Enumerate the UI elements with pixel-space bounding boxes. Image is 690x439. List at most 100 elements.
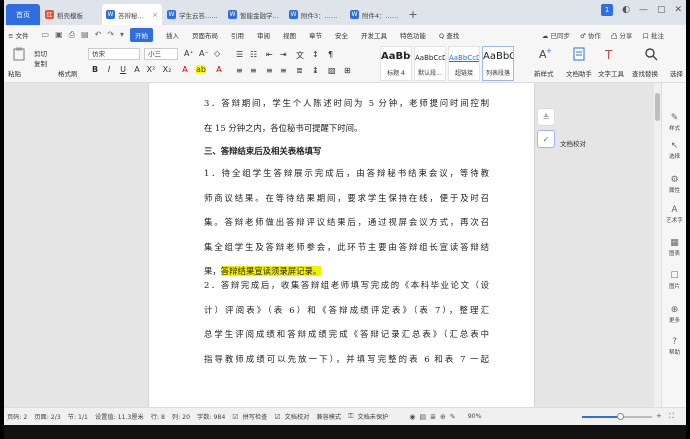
- status-word-count[interactable]: 字数: 984: [197, 412, 225, 421]
- zoom-level[interactable]: 90%: [468, 413, 482, 420]
- sidebar-item-wordart[interactable]: A 艺术字: [662, 205, 686, 224]
- menu-tab-review[interactable]: 审阅: [257, 30, 270, 40]
- layout-option-icon[interactable]: ≙: [537, 108, 555, 126]
- highlight-icon[interactable]: ab: [196, 65, 206, 74]
- status-page-number[interactable]: 页码: 2: [7, 412, 27, 421]
- text-color-icon[interactable]: A: [214, 65, 224, 74]
- skin-icon[interactable]: ◐: [622, 5, 630, 15]
- sync-status[interactable]: ☁ 已同步: [542, 30, 570, 40]
- find-replace-icon[interactable]: [644, 47, 658, 61]
- menu-tab-view[interactable]: 视图: [283, 30, 296, 40]
- subscript-icon[interactable]: X₂: [162, 65, 172, 74]
- proofread-status-icon[interactable]: ☑: [274, 413, 280, 421]
- italic-icon[interactable]: I: [104, 65, 114, 74]
- border-icon[interactable]: ⊞: [344, 66, 351, 75]
- tab-document-active[interactable]: W 答辩秘书...注意事项 ×: [102, 4, 162, 25]
- document-page[interactable]: 3．答辩期间，学生个人陈述时间为 5 分钟，老师提问时间控制 在 15 分钟之内…: [149, 83, 534, 407]
- tab-document[interactable]: W 暂能金融学...@0415: [224, 4, 284, 25]
- menu-tab-references[interactable]: 引用: [231, 30, 244, 40]
- maximize-icon[interactable]: ▢: [657, 5, 666, 15]
- cut-button[interactable]: 剪切: [34, 48, 47, 58]
- sidebar-item-help[interactable]: ? 帮助: [662, 337, 686, 356]
- eye-protect-icon[interactable]: ◉: [409, 413, 415, 421]
- tab-docer-template[interactable]: 红 稻壳模板: [41, 4, 101, 25]
- style-default-paragraph[interactable]: AaBbCcDd 默认段...: [414, 46, 446, 81]
- preview-icon[interactable]: ▤: [81, 30, 89, 39]
- dropdown-icon[interactable]: ▾: [120, 30, 124, 39]
- sidebar-item-select[interactable]: ↖ 选择: [662, 141, 686, 160]
- status-section[interactable]: 节: 1/1: [68, 412, 88, 421]
- menu-tab-features[interactable]: 特色功能: [400, 30, 426, 40]
- share-button[interactable]: 凸 分享: [611, 30, 633, 40]
- line-spacing-icon[interactable]: ↨: [312, 66, 319, 75]
- sidebar-item-image[interactable]: ☐ 图片: [662, 271, 686, 290]
- proofread-label[interactable]: 文档校对: [560, 138, 586, 148]
- font-color-icon[interactable]: A: [132, 65, 142, 74]
- status-pages[interactable]: 页面: 2/3: [34, 412, 60, 421]
- text-effect-icon[interactable]: A: [180, 65, 190, 74]
- paragraph-1[interactable]: 1．待全组学生答辩展示完成后，由答辩秘书结束会议，等待教 师商议结果。在等待结果…: [204, 161, 489, 284]
- text-tool-button[interactable]: 文字工具: [598, 68, 624, 78]
- section-heading[interactable]: 三、答辩结束后及相关表格填写: [204, 145, 321, 157]
- font-size-select[interactable]: 小三: [144, 48, 178, 60]
- menu-tab-security[interactable]: 安全: [335, 30, 348, 40]
- menu-tab-developer[interactable]: 开发工具: [361, 30, 387, 40]
- underline-icon[interactable]: U: [118, 65, 128, 74]
- status-row[interactable]: 行: 8: [151, 412, 165, 421]
- find-replace-button[interactable]: 查找替换: [632, 68, 658, 78]
- doc-helper-button[interactable]: 文档助手: [566, 68, 592, 78]
- sort-icon[interactable]: ↕: [312, 50, 319, 59]
- justify-icon[interactable]: ≡: [280, 66, 287, 75]
- tab-document[interactable]: W 学生云答...注意事项: [163, 4, 223, 25]
- redo-icon[interactable]: ↷: [107, 30, 114, 39]
- style-hyperlink[interactable]: AaBbCcDd 超链接: [448, 46, 480, 81]
- zoom-slider-handle[interactable]: [617, 413, 624, 420]
- status-position[interactable]: 设置值: 11.3厘米: [95, 412, 144, 421]
- font-name-select[interactable]: 仿宋: [88, 48, 140, 60]
- new-style-button[interactable]: 新样式: [534, 68, 554, 78]
- new-style-icon[interactable]: A +: [538, 47, 552, 61]
- scrollbar-thumb[interactable]: [655, 93, 660, 121]
- protect-icon[interactable]: ⚿: [348, 412, 353, 421]
- grow-font-icon[interactable]: A⁺: [184, 49, 194, 58]
- status-spellcheck[interactable]: 拼写检查: [243, 412, 268, 421]
- print-icon[interactable]: ⎙: [69, 30, 75, 40]
- status-column[interactable]: 列: 20: [172, 412, 190, 421]
- menu-tab-start[interactable]: 开始: [130, 27, 154, 42]
- tab-home[interactable]: 首页: [6, 4, 40, 25]
- shading-icon[interactable]: ▨: [328, 66, 336, 75]
- paste-button[interactable]: 粘贴: [8, 68, 21, 78]
- clear-format-icon[interactable]: ◇: [214, 49, 220, 58]
- new-tab-button[interactable]: +: [406, 4, 420, 25]
- select-button[interactable]: 选择: [670, 68, 683, 78]
- numbering-icon[interactable]: ☷: [250, 50, 257, 59]
- tab-document[interactable]: W 附件4：...（给学院）: [346, 4, 406, 25]
- align-right-icon[interactable]: ≡: [266, 66, 273, 75]
- copy-button[interactable]: 复制: [34, 58, 47, 68]
- vertical-scrollbar[interactable]: [654, 83, 661, 407]
- doc-helper-icon[interactable]: [572, 47, 586, 61]
- align-center-icon[interactable]: ≡: [250, 66, 257, 75]
- view-write-icon[interactable]: ✎: [450, 413, 456, 421]
- sidebar-item-style[interactable]: ✎ 样式: [662, 113, 686, 132]
- close-icon[interactable]: ×: [152, 11, 158, 19]
- menu-tab-chapter[interactable]: 章节: [309, 30, 322, 40]
- sidebar-item-more[interactable]: ⊕ 更多: [662, 305, 686, 324]
- align-left-icon[interactable]: ≡: [236, 66, 243, 75]
- proofread-icon[interactable]: ✓: [537, 130, 555, 148]
- fit-page-icon[interactable]: ⛶: [669, 412, 674, 421]
- menu-tab-layout[interactable]: 页面布局: [192, 30, 218, 40]
- distribute-icon[interactable]: ≣: [296, 66, 303, 75]
- comment-button[interactable]: 口 批注: [642, 30, 664, 40]
- outdent-icon[interactable]: ⇤: [266, 50, 273, 59]
- document-area[interactable]: 3．答辩期间，学生个人陈述时间为 5 分钟，老师提问时间控制 在 15 分钟之内…: [4, 83, 654, 407]
- indent-icon[interactable]: ⇥: [280, 50, 287, 59]
- file-menu[interactable]: ≡ 文件: [8, 30, 29, 40]
- show-marks-icon[interactable]: ¶: [328, 50, 333, 59]
- minimize-icon[interactable]: —: [639, 5, 648, 15]
- shrink-font-icon[interactable]: A⁻: [199, 49, 209, 58]
- text-tool-icon[interactable]: T: [604, 47, 618, 62]
- save-icon[interactable]: ▣: [55, 30, 63, 39]
- undo-icon[interactable]: ↶: [95, 30, 102, 39]
- open-icon[interactable]: ▭: [42, 30, 50, 39]
